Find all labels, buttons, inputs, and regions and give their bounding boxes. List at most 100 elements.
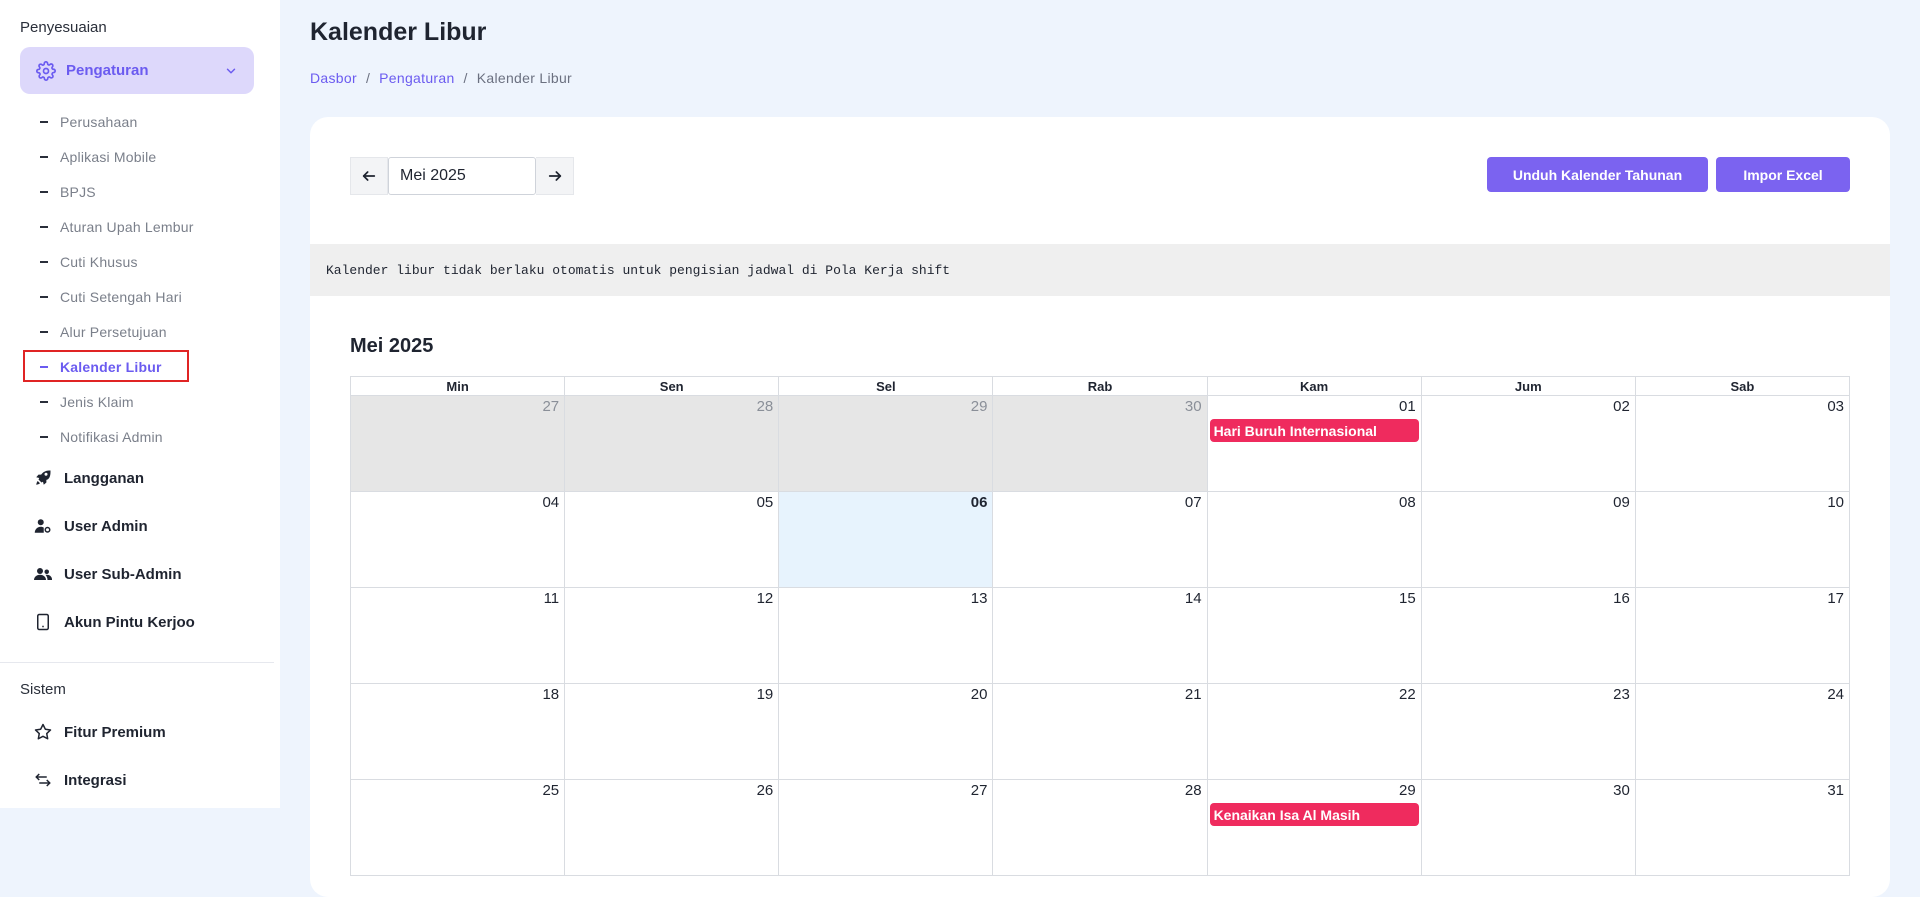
- next-month-button[interactable]: [536, 157, 574, 195]
- calendar-day[interactable]: 21: [992, 683, 1208, 780]
- calendar-day-outside-month[interactable]: 27: [349, 395, 566, 492]
- sidebar-item-subscription[interactable]: Langganan: [34, 467, 144, 489]
- sidebar-item-bpjs[interactable]: BPJS: [40, 182, 96, 202]
- page-title: Kalender Libur: [310, 18, 487, 46]
- day-number: 09: [1613, 494, 1630, 511]
- selection-highlight: [23, 350, 189, 382]
- sidebar-item-label: Alur Persetujuan: [60, 324, 167, 340]
- calendar-day[interactable]: 01 Hari Buruh Internasional: [1206, 395, 1422, 492]
- calendar-day[interactable]: 04: [349, 491, 566, 588]
- holiday-event[interactable]: Hari Buruh Internasional: [1209, 419, 1419, 442]
- sidebar-item-label: Fitur Premium: [64, 723, 166, 741]
- arrows-icon: [34, 771, 52, 789]
- holiday-event[interactable]: Kenaikan Isa Al Masih: [1209, 803, 1419, 826]
- sidebar-item-label: User Admin: [64, 517, 148, 535]
- calendar-week-row: 27 28 29 30 01 Hari Buruh Internasional 02 03: [349, 395, 1851, 492]
- calendar-day[interactable]: 08: [1206, 491, 1422, 588]
- dash-icon: [40, 156, 48, 158]
- calendar-card: Unduh Kalender Tahunan Impor Excel Kalen…: [310, 117, 1890, 897]
- sidebar-item-label: Cuti Khusus: [60, 254, 138, 270]
- day-number: 20: [970, 686, 988, 703]
- day-number: 29: [1399, 782, 1416, 799]
- calendar-day[interactable]: 29 Kenaikan Isa Al Masih: [1206, 779, 1422, 876]
- calendar-day[interactable]: 03: [1634, 395, 1851, 492]
- month-navigator: [350, 157, 574, 195]
- calendar-day[interactable]: 24: [1634, 683, 1851, 780]
- import-excel-button[interactable]: Impor Excel: [1716, 157, 1850, 192]
- day-number: 08: [1399, 494, 1416, 511]
- sidebar-divider: [0, 662, 274, 663]
- calendar-day[interactable]: 12: [564, 587, 780, 684]
- day-number: 25: [542, 782, 560, 799]
- calendar-day[interactable]: 27: [778, 779, 994, 876]
- day-number: 13: [970, 590, 988, 607]
- day-number: 14: [1184, 590, 1202, 607]
- calendar-day[interactable]: 10: [1634, 491, 1851, 588]
- sidebar-item-integration[interactable]: Integrasi: [34, 769, 127, 791]
- calendar-day[interactable]: 07: [992, 491, 1208, 588]
- calendar-day[interactable]: 13: [778, 587, 994, 684]
- day-number: 03: [1827, 398, 1844, 415]
- calendar-day[interactable]: 09: [1420, 491, 1636, 588]
- day-number: 22: [1399, 686, 1416, 703]
- calendar-day[interactable]: 25: [349, 779, 566, 876]
- month-input[interactable]: [388, 157, 536, 195]
- sidebar-item-half-day-leave[interactable]: Cuti Setengah Hari: [40, 287, 182, 307]
- calendar-day[interactable]: 05: [564, 491, 780, 588]
- star-icon: [34, 723, 52, 741]
- calendar-day[interactable]: 20: [778, 683, 994, 780]
- day-number: 04: [542, 494, 560, 511]
- sidebar-item-premium-features[interactable]: Fitur Premium: [34, 721, 166, 743]
- calendar-day[interactable]: 28: [992, 779, 1208, 876]
- calendar-day[interactable]: 30: [1420, 779, 1636, 876]
- sidebar-item-approval-flow[interactable]: Alur Persetujuan: [40, 322, 167, 342]
- breadcrumb-dashboard-link[interactable]: Dasbor: [310, 70, 357, 86]
- day-number: 05: [756, 494, 774, 511]
- calendar-day[interactable]: 14: [992, 587, 1208, 684]
- sidebar-item-label: User Sub-Admin: [64, 565, 182, 583]
- calendar-day-outside-month[interactable]: 29: [778, 395, 994, 492]
- breadcrumb-separator: /: [365, 70, 371, 86]
- sidebar-item-user-admin[interactable]: User Admin: [34, 515, 148, 537]
- sidebar-item-kerjoo-door-account[interactable]: Akun Pintu Kerjoo: [34, 611, 195, 633]
- breadcrumb-separator: /: [463, 70, 468, 86]
- calendar-day-outside-month[interactable]: 28: [564, 395, 780, 492]
- breadcrumb-settings-link[interactable]: Pengaturan: [379, 70, 454, 86]
- calendar-day[interactable]: 18: [349, 683, 566, 780]
- sidebar-item-admin-notifications[interactable]: Notifikasi Admin: [40, 427, 163, 447]
- calendar-day[interactable]: 16: [1420, 587, 1636, 684]
- calendar-day-outside-month[interactable]: 30: [992, 395, 1208, 492]
- calendar-day[interactable]: 19: [564, 683, 780, 780]
- calendar-day[interactable]: 22: [1206, 683, 1422, 780]
- prev-month-button[interactable]: [350, 157, 388, 195]
- sidebar-item-label: BPJS: [60, 184, 96, 200]
- day-number: 19: [756, 686, 774, 703]
- calendar-day[interactable]: 17: [1634, 587, 1851, 684]
- calendar-day[interactable]: 31: [1634, 779, 1851, 876]
- sidebar-item-claim-types[interactable]: Jenis Klaim: [40, 392, 134, 412]
- sidebar-item-company[interactable]: Perusahaan: [40, 112, 138, 132]
- menu-settings-label: Pengaturan: [66, 62, 149, 79]
- calendar-day[interactable]: 02: [1420, 395, 1636, 492]
- calendar-day[interactable]: 23: [1420, 683, 1636, 780]
- day-number: 30: [1184, 398, 1202, 415]
- calendar-day[interactable]: 15: [1206, 587, 1422, 684]
- calendar-day[interactable]: 11: [349, 587, 566, 684]
- sidebar-item-user-sub-admin[interactable]: User Sub-Admin: [34, 563, 182, 585]
- calendar-day[interactable]: 26: [564, 779, 780, 876]
- sidebar-item-special-leave[interactable]: Cuti Khusus: [40, 252, 138, 272]
- day-number: 28: [756, 398, 774, 415]
- download-annual-calendar-button[interactable]: Unduh Kalender Tahunan: [1487, 157, 1708, 192]
- weekday-header: Kam: [1206, 376, 1422, 396]
- weekday-header: Rab: [992, 376, 1208, 396]
- menu-settings[interactable]: Pengaturan: [20, 47, 254, 94]
- weekday-header: Sab: [1634, 376, 1851, 396]
- sidebar-item-mobile-app[interactable]: Aplikasi Mobile: [40, 147, 156, 167]
- calendar-week-row: 18 19 20 21 22 23 24: [349, 683, 1851, 780]
- day-number: 01: [1399, 398, 1416, 415]
- day-number: 31: [1827, 782, 1844, 799]
- day-number: 17: [1827, 590, 1844, 607]
- dash-icon: [40, 191, 48, 193]
- calendar-day-today[interactable]: 06: [778, 491, 994, 588]
- sidebar-item-overtime-rules[interactable]: Aturan Upah Lembur: [40, 217, 194, 237]
